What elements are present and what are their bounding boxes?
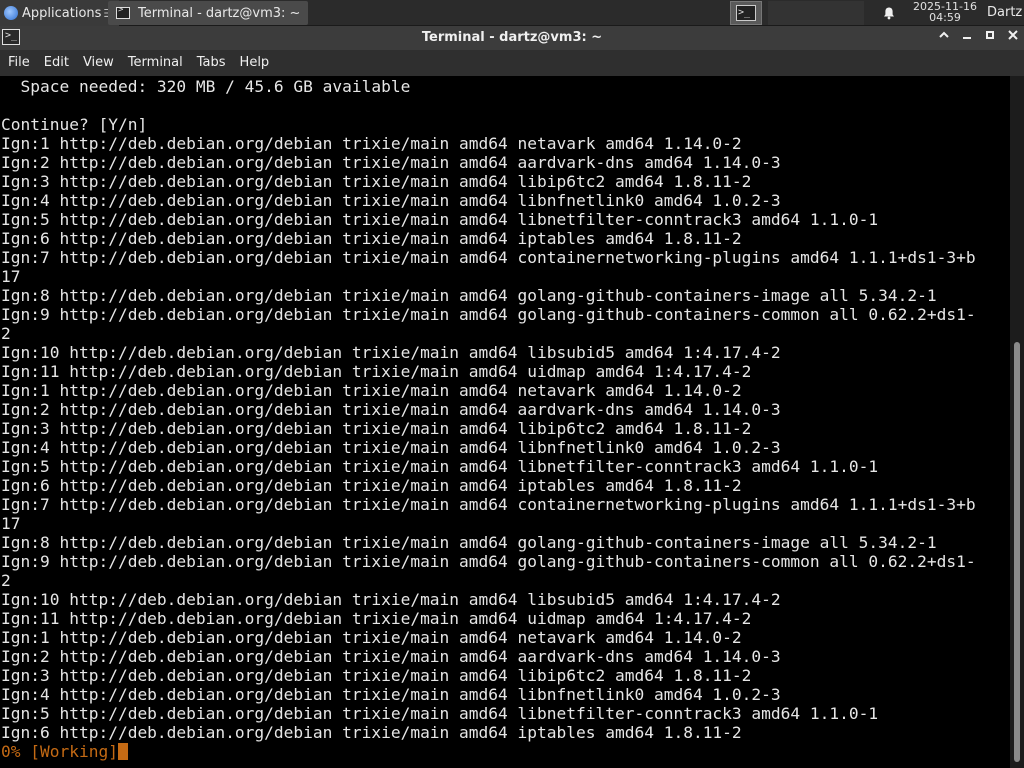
taskbar-terminal-button[interactable]: Terminal - dartz@vm3: ~	[108, 1, 308, 25]
top-panel: Applications ☰ Terminal - dartz@vm3: ~ >…	[0, 0, 1024, 26]
terminal-scrollbar[interactable]	[1010, 76, 1024, 768]
terminal-line: Ign:2 http://deb.debian.org/debian trixi…	[1, 153, 781, 172]
scrollbar-thumb[interactable]	[1014, 342, 1020, 762]
menu-view[interactable]: View	[77, 50, 120, 76]
window-title: Terminal - dartz@vm3: ~	[421, 30, 603, 45]
applications-menu-button[interactable]: Applications ☰	[0, 0, 120, 26]
terminal-line: Ign:10 http://deb.debian.org/debian trix…	[1, 343, 781, 362]
workspace-3-button[interactable]	[800, 1, 832, 25]
minimize-icon	[963, 37, 971, 39]
workspace-4-button[interactable]	[832, 1, 864, 25]
close-window-button[interactable]	[1003, 28, 1023, 48]
maximize-icon	[986, 31, 994, 39]
terminal-line: Ign:7 http://deb.debian.org/debian trixi…	[1, 495, 976, 514]
terminal-line: 2	[1, 324, 11, 343]
terminal-line: Ign:8 http://deb.debian.org/debian trixi…	[1, 533, 937, 552]
terminal-line: Ign:1 http://deb.debian.org/debian trixi…	[1, 134, 742, 153]
terminal-line: Ign:8 http://deb.debian.org/debian trixi…	[1, 286, 937, 305]
menu-edit[interactable]: Edit	[38, 50, 75, 76]
terminal-line: Ign:11 http://deb.debian.org/debian trix…	[1, 362, 752, 381]
taskbar-terminal-label: Terminal - dartz@vm3: ~	[138, 5, 301, 21]
terminal-line: Ign:5 http://deb.debian.org/debian trixi…	[1, 704, 879, 723]
terminal-icon	[116, 5, 130, 19]
user-menu[interactable]: Dartz	[987, 0, 1022, 26]
applications-menu-label: Applications	[22, 5, 102, 21]
workspace-1-button[interactable]: >_	[730, 1, 762, 25]
menu-terminal[interactable]: Terminal	[122, 50, 189, 76]
terminal-menubar: File Edit View Terminal Tabs Help	[0, 50, 1024, 76]
terminal-line: Ign:3 http://deb.debian.org/debian trixi…	[1, 419, 752, 438]
terminal-line: Ign:1 http://deb.debian.org/debian trixi…	[1, 628, 742, 647]
terminal-line: Ign:6 http://deb.debian.org/debian trixi…	[1, 476, 742, 495]
xfce-logo-icon	[4, 6, 18, 20]
workspace-2-button[interactable]	[768, 1, 800, 25]
terminal-line: Ign:10 http://deb.debian.org/debian trix…	[1, 590, 781, 609]
chevron-up-icon	[939, 31, 949, 38]
panel-clock[interactable]: 2025-11-16 04:59	[906, 1, 984, 23]
notification-bell-icon[interactable]	[882, 6, 896, 20]
menu-tabs[interactable]: Tabs	[191, 50, 232, 76]
terminal-line: Ign:3 http://deb.debian.org/debian trixi…	[1, 666, 752, 685]
terminal-output[interactable]: Space needed: 320 MB / 45.6 GB available…	[0, 76, 1010, 768]
window-titlebar[interactable]: >_ Terminal - dartz@vm3: ~	[0, 26, 1024, 50]
terminal-line: Ign:1 http://deb.debian.org/debian trixi…	[1, 381, 742, 400]
terminal-line: 17	[1, 267, 21, 286]
terminal-line: Space needed: 320 MB / 45.6 GB available	[1, 77, 411, 96]
terminal-cursor	[117, 743, 128, 760]
terminal-line: Ign:6 http://deb.debian.org/debian trixi…	[1, 229, 742, 248]
terminal-line: Ign:9 http://deb.debian.org/debian trixi…	[1, 305, 976, 324]
menu-file[interactable]: File	[2, 50, 36, 76]
terminal-line: Continue? [Y/n]	[1, 115, 148, 134]
maximize-window-button[interactable]	[980, 28, 1000, 48]
terminal-line: 2	[1, 571, 11, 590]
terminal-line: Ign:2 http://deb.debian.org/debian trixi…	[1, 400, 781, 419]
terminal-line: Ign:4 http://deb.debian.org/debian trixi…	[1, 685, 781, 704]
terminal-line: Ign:9 http://deb.debian.org/debian trixi…	[1, 552, 976, 571]
workspace-terminal-icon: >_	[736, 5, 756, 21]
terminal-line: Ign:3 http://deb.debian.org/debian trixi…	[1, 172, 752, 191]
terminal-line: Ign:5 http://deb.debian.org/debian trixi…	[1, 210, 879, 229]
terminal-line: Ign:4 http://deb.debian.org/debian trixi…	[1, 438, 781, 457]
terminal-line: Ign:7 http://deb.debian.org/debian trixi…	[1, 248, 976, 267]
shade-window-button[interactable]	[934, 28, 954, 48]
apt-progress-text: 0% [Working]	[1, 742, 118, 761]
minimize-window-button[interactable]	[957, 28, 977, 48]
close-icon	[1008, 30, 1018, 40]
terminal-line: 17	[1, 514, 21, 533]
terminal-line: Ign:11 http://deb.debian.org/debian trix…	[1, 609, 752, 628]
terminal-line: Ign:4 http://deb.debian.org/debian trixi…	[1, 191, 781, 210]
terminal-line: Ign:6 http://deb.debian.org/debian trixi…	[1, 723, 742, 742]
apt-progress-line: 0% [Working]	[1, 742, 128, 761]
terminal-line: Ign:2 http://deb.debian.org/debian trixi…	[1, 647, 781, 666]
terminal-line: Ign:5 http://deb.debian.org/debian trixi…	[1, 457, 879, 476]
menu-help[interactable]: Help	[234, 50, 276, 76]
clock-time: 04:59	[929, 11, 961, 24]
